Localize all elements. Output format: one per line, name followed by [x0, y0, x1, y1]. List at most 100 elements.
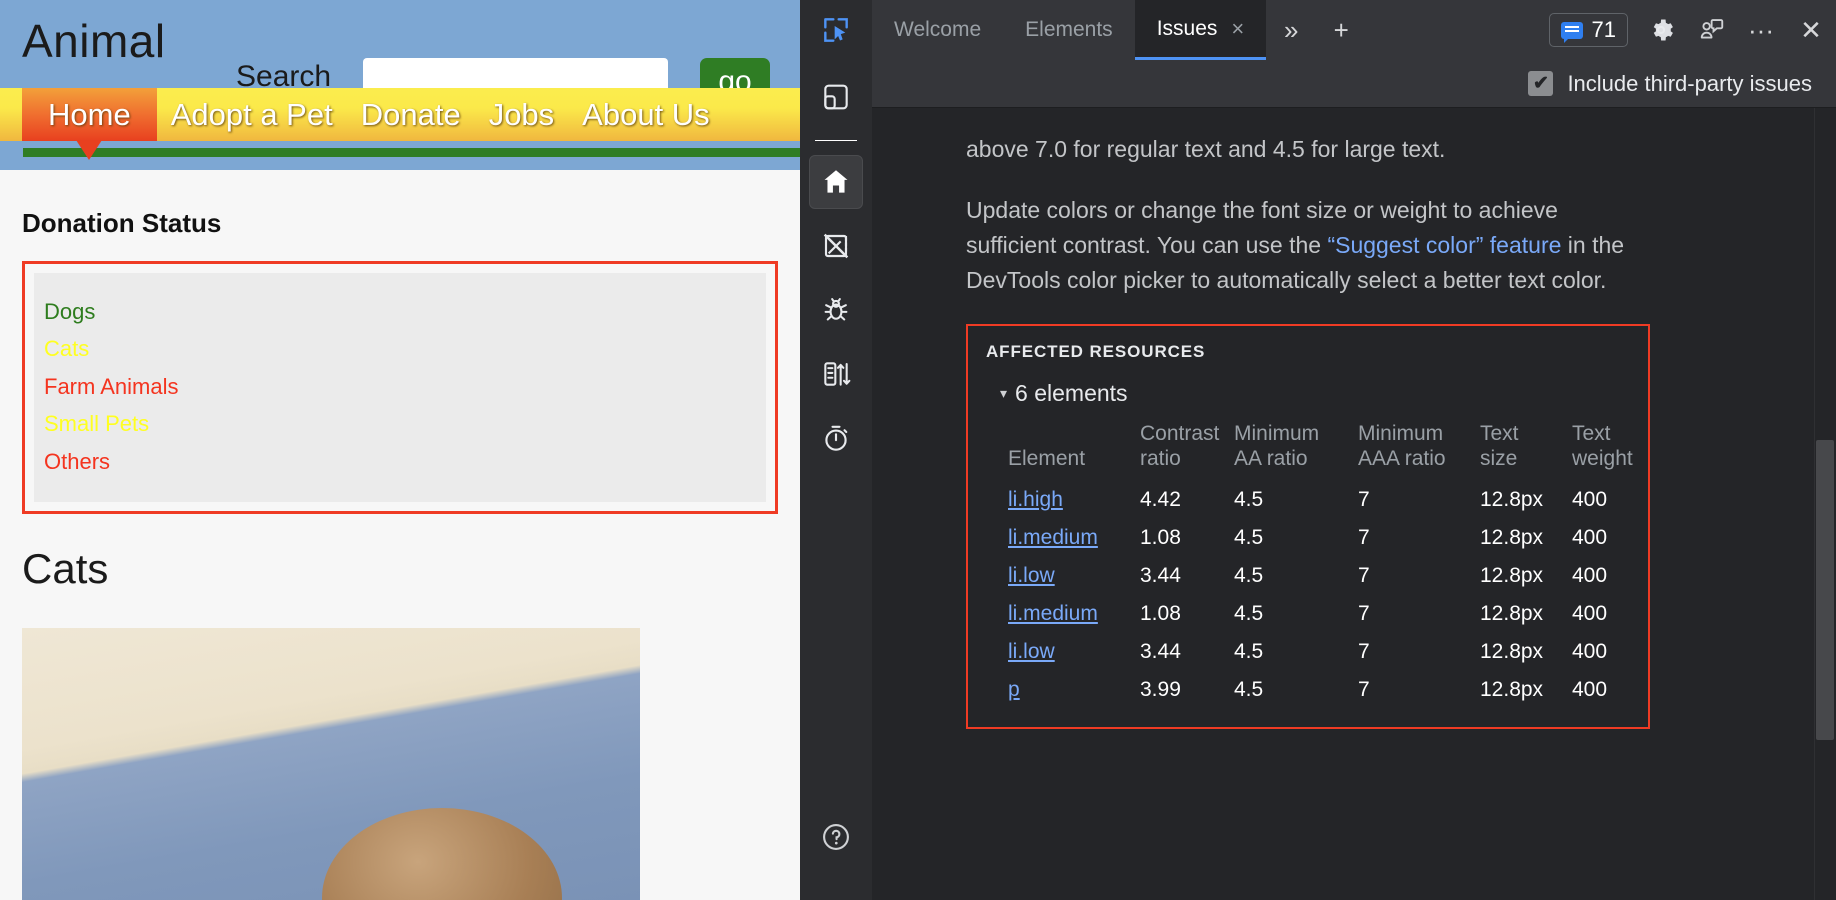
- affected-resources-section: AFFECTED RESOURCES ▾ 6 elements Element …: [966, 324, 1650, 729]
- issue-paragraph-1: above 7.0 for regular text and 4.5 for l…: [966, 132, 1646, 167]
- help-icon[interactable]: [809, 810, 863, 864]
- nav-item-jobs[interactable]: Jobs: [475, 88, 568, 141]
- issues-scrollbar-track[interactable]: [1814, 108, 1836, 900]
- cell-text-weight: 400: [1572, 671, 1648, 709]
- table-row: li.low 3.44 4.5 7 12.8px 400: [1008, 557, 1648, 595]
- element-link[interactable]: li.low: [1008, 564, 1055, 587]
- element-link[interactable]: p: [1008, 678, 1020, 701]
- cell-min-aaa: 7: [1358, 481, 1480, 519]
- include-third-party-issues-checkbox[interactable]: ✔ Include third-party issues: [1528, 71, 1812, 97]
- cell-contrast-ratio: 3.44: [1140, 557, 1234, 595]
- devtools-side-rail: [800, 60, 872, 900]
- affected-resources-title: AFFECTED RESOURCES: [986, 342, 1648, 362]
- tab-label: Issues: [1157, 17, 1218, 41]
- issues-filter-toolbar: ✔ Include third-party issues: [872, 60, 1836, 108]
- element-link[interactable]: li.medium: [1008, 602, 1098, 625]
- cell-min-aaa: 7: [1358, 633, 1480, 671]
- page-body: Donation Status Dogs Cats Farm Animals S…: [0, 208, 800, 900]
- tab-label: Welcome: [894, 18, 981, 42]
- network-icon[interactable]: [809, 347, 863, 401]
- cell-text-size: 12.8px: [1480, 519, 1572, 557]
- issues-content-pane: ✔ Include third-party issues above 7.0 f…: [872, 60, 1836, 900]
- column-header-contrast-ratio: Contrast ratio: [1140, 421, 1234, 481]
- status-label-dogs: Dogs: [44, 299, 95, 324]
- column-header-text-size: Text size: [1480, 421, 1572, 481]
- nav-green-bar: [23, 148, 800, 157]
- cell-contrast-ratio: 1.08: [1140, 595, 1234, 633]
- elements-expand-toggle[interactable]: ▾ 6 elements: [1000, 380, 1648, 407]
- inspect-element-icon[interactable]: [820, 14, 852, 46]
- cell-min-aa: 4.5: [1234, 557, 1358, 595]
- cell-text-weight: 400: [1572, 595, 1648, 633]
- checkbox-check-icon: ✔: [1528, 71, 1553, 96]
- devtools-top-bar: Welcome Elements Issues × » + 71: [800, 0, 1836, 60]
- tab-elements[interactable]: Elements: [1003, 0, 1135, 60]
- cats-section-heading: Cats: [22, 544, 778, 594]
- issues-count-value: 71: [1592, 17, 1616, 43]
- cell-min-aa: 4.5: [1234, 595, 1358, 633]
- cell-contrast-ratio: 3.44: [1140, 633, 1234, 671]
- cell-text-weight: 400: [1572, 633, 1648, 671]
- issue-detail-scroll-area[interactable]: above 7.0 for regular text and 4.5 for l…: [872, 108, 1836, 900]
- performance-timer-icon[interactable]: [809, 411, 863, 465]
- nav-underline: [0, 141, 800, 148]
- rail-divider: [815, 140, 857, 141]
- suggest-color-link[interactable]: “Suggest color” feature: [1327, 232, 1561, 258]
- cell-text-weight: 400: [1572, 557, 1648, 595]
- tab-welcome[interactable]: Welcome: [872, 0, 1003, 60]
- ruler-icon[interactable]: [809, 219, 863, 273]
- column-header-element: Element: [1008, 421, 1140, 481]
- affected-resources-table: Element Contrast ratio Minimum AA ratio …: [1008, 421, 1648, 709]
- gear-icon[interactable]: [1636, 0, 1686, 60]
- element-link[interactable]: li.high: [1008, 488, 1063, 511]
- devtools-panel: Welcome Elements Issues × » + 71: [800, 0, 1836, 900]
- cell-text-size: 12.8px: [1480, 481, 1572, 519]
- table-row: li.low 3.44 4.5 7 12.8px 400: [1008, 633, 1648, 671]
- webpage-viewport: Animal Search go Home Adopt a Pet Donate…: [0, 0, 800, 900]
- element-link[interactable]: li.low: [1008, 640, 1055, 663]
- close-icon[interactable]: ×: [1231, 18, 1244, 40]
- column-header-minimum-aa-ratio: Minimum AA ratio: [1234, 421, 1358, 481]
- table-head: Element Contrast ratio Minimum AA ratio …: [1008, 421, 1648, 481]
- site-title: Animal: [22, 18, 166, 64]
- status-label-cats: Cats: [44, 336, 89, 361]
- issues-count-badge[interactable]: 71: [1549, 13, 1628, 47]
- cell-contrast-ratio: 4.42: [1140, 481, 1234, 519]
- table-body: li.high 4.42 4.5 7 12.8px 400 li.medium: [1008, 481, 1648, 709]
- cell-element: li.low: [1008, 557, 1140, 595]
- bug-icon[interactable]: [809, 283, 863, 337]
- home-icon[interactable]: [809, 155, 863, 209]
- list-item: Others: [34, 443, 766, 480]
- nav-item-adopt-a-pet[interactable]: Adopt a Pet: [157, 88, 347, 141]
- nav-item-home[interactable]: Home: [22, 88, 157, 141]
- status-label-small-pets: Small Pets: [44, 411, 149, 436]
- cell-element: li.medium: [1008, 595, 1140, 633]
- more-options-icon[interactable]: ···: [1736, 0, 1786, 60]
- device-toolbar-icon[interactable]: [809, 70, 863, 124]
- list-item: Cats: [34, 330, 766, 367]
- nav-item-donate[interactable]: Donate: [347, 88, 475, 141]
- toolbar-spacer: [1366, 0, 1548, 60]
- cell-min-aa: 4.5: [1234, 633, 1358, 671]
- tab-issues[interactable]: Issues ×: [1135, 0, 1267, 60]
- issues-bubble-icon: [1561, 22, 1583, 39]
- cell-text-size: 12.8px: [1480, 595, 1572, 633]
- issues-scrollbar-thumb[interactable]: [1816, 440, 1834, 740]
- close-panel-icon[interactable]: ✕: [1786, 0, 1836, 60]
- cell-element: li.high: [1008, 481, 1140, 519]
- list-item: Dogs: [34, 293, 766, 330]
- inspected-element-highlight: Dogs Cats Farm Animals Small Pets Others: [22, 261, 778, 514]
- table-row: p 3.99 4.5 7 12.8px 400: [1008, 671, 1648, 709]
- checkbox-label: Include third-party issues: [1567, 71, 1812, 97]
- element-link[interactable]: li.medium: [1008, 526, 1098, 549]
- add-tab-icon[interactable]: +: [1316, 0, 1366, 60]
- cell-text-weight: 400: [1572, 519, 1648, 557]
- cell-element: li.medium: [1008, 519, 1140, 557]
- nav-item-about-us[interactable]: About Us: [568, 88, 724, 141]
- table-row: li.medium 1.08 4.5 7 12.8px 400: [1008, 519, 1648, 557]
- issue-paragraph-2: Update colors or change the font size or…: [966, 193, 1646, 298]
- cell-min-aa: 4.5: [1234, 671, 1358, 709]
- feedback-icon[interactable]: [1686, 0, 1736, 60]
- cell-text-size: 12.8px: [1480, 633, 1572, 671]
- more-tabs-icon[interactable]: »: [1266, 0, 1316, 60]
